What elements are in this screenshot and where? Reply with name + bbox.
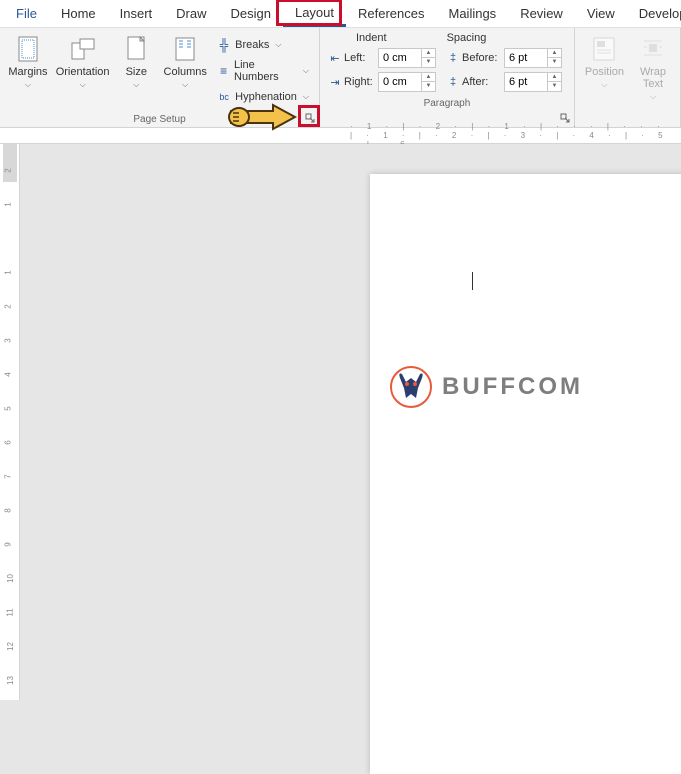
tab-layout[interactable]: Layout — [283, 1, 346, 27]
position-icon — [589, 34, 619, 64]
text-cursor — [472, 272, 473, 290]
tab-home[interactable]: Home — [49, 2, 108, 25]
chevron-down-icon: ⌵ — [303, 92, 309, 102]
columns-icon — [170, 34, 200, 64]
page-setup-dialog-launcher[interactable] — [304, 112, 316, 124]
spin-up[interactable]: ▲ — [422, 49, 435, 58]
tab-file[interactable]: File — [4, 2, 49, 25]
spacing-after-icon: ‡ — [446, 75, 460, 89]
tab-view[interactable]: View — [575, 2, 627, 25]
horizontal-ruler[interactable]: · 1 · | · 2 · | · 1 · | · · · | · · · | … — [0, 128, 681, 144]
watermark-text: BUFFCOM — [442, 373, 583, 401]
document-page[interactable]: BUFFCOM — [370, 174, 681, 774]
indent-right-spinbox[interactable]: ▲▼ — [378, 72, 436, 92]
document-area: BUFFCOM — [20, 144, 681, 700]
chevron-down-icon: ⌵ — [182, 80, 188, 90]
size-icon — [121, 34, 151, 64]
indent-header: Indent — [356, 32, 387, 44]
spin-down[interactable]: ▼ — [548, 58, 561, 67]
group-arrange: Position ⌵ Wrap Text ⌵ — [575, 28, 681, 127]
tab-insert[interactable]: Insert — [108, 2, 165, 25]
spacing-before-icon: ‡ — [446, 51, 460, 65]
tab-developer[interactable]: Developer — [627, 2, 681, 25]
wrap-text-label: Wrap Text — [640, 66, 666, 90]
columns-button[interactable]: Columns ⌵ — [161, 32, 209, 92]
tab-design[interactable]: Design — [219, 2, 283, 25]
spacing-header: Spacing — [447, 32, 487, 44]
breaks-button[interactable]: ╬ Breaks ⌵ — [213, 36, 313, 54]
margins-button[interactable]: Margins ⌵ — [6, 32, 50, 92]
orientation-button[interactable]: Orientation ⌵ — [54, 32, 111, 92]
line-numbers-icon: ≡ — [217, 64, 230, 78]
line-numbers-button[interactable]: ≡ Line Numbers ⌵ — [213, 57, 313, 85]
chevron-down-icon: ⌵ — [601, 80, 607, 90]
orientation-icon — [68, 34, 98, 64]
indent-left-icon: ⇤ — [328, 51, 342, 65]
line-numbers-label: Line Numbers — [234, 59, 297, 83]
tab-draw[interactable]: Draw — [164, 2, 218, 25]
vertical-ruler[interactable]: 2 1 1 2 3 4 5 6 7 8 9 10 11 12 13 — [0, 144, 20, 700]
chevron-down-icon: ⌵ — [25, 80, 31, 90]
indent-left-input[interactable] — [379, 51, 421, 65]
hyphenation-icon: bc — [217, 90, 231, 104]
page-setup-group-label: Page Setup — [0, 112, 319, 127]
tab-review[interactable]: Review — [508, 2, 575, 25]
columns-label: Columns — [164, 66, 207, 78]
margins-icon — [13, 34, 43, 64]
wrap-text-button: Wrap Text ⌵ — [632, 32, 674, 104]
group-paragraph: Indent Spacing ⇤ Left: ▲▼ ‡ Before: — [320, 28, 575, 127]
orientation-label: Orientation — [56, 66, 110, 78]
spin-up[interactable]: ▲ — [548, 49, 561, 58]
spin-up[interactable]: ▲ — [422, 73, 435, 82]
position-button: Position ⌵ — [581, 32, 628, 92]
size-button[interactable]: Size ⌵ — [115, 32, 157, 92]
ribbon-tabs: File Home Insert Draw Design Layout Refe… — [0, 0, 681, 28]
paragraph-group-label: Paragraph — [320, 96, 574, 111]
breaks-label: Breaks — [235, 39, 269, 51]
spin-down[interactable]: ▼ — [422, 82, 435, 91]
chevron-down-icon: ⌵ — [275, 40, 281, 50]
spacing-after-input[interactable] — [505, 75, 547, 89]
hyphenation-label: Hyphenation — [235, 91, 297, 103]
chevron-down-icon: ⌵ — [133, 80, 139, 90]
chevron-down-icon: ⌵ — [303, 66, 309, 76]
before-label: Before: — [462, 52, 502, 64]
spacing-before-input[interactable] — [505, 51, 547, 65]
group-page-setup: Margins ⌵ Orientation ⌵ Size ⌵ — [0, 28, 320, 127]
watermark: BUFFCOM — [388, 364, 583, 410]
wrap-text-icon — [638, 34, 668, 64]
size-label: Size — [126, 66, 147, 78]
watermark-logo-icon — [388, 364, 434, 410]
after-label: After: — [462, 76, 502, 88]
indent-right-input[interactable] — [379, 75, 421, 89]
tab-references[interactable]: References — [346, 2, 436, 25]
spin-up[interactable]: ▲ — [548, 73, 561, 82]
spacing-after-spinbox[interactable]: ▲▼ — [504, 72, 562, 92]
ruler-ticks: · 1 · | · 2 · | · 1 · | · · · | · · · | … — [350, 128, 681, 143]
left-label: Left: — [344, 52, 376, 64]
chevron-down-icon: ⌵ — [650, 92, 656, 102]
breaks-icon: ╬ — [217, 38, 231, 52]
spin-down[interactable]: ▼ — [548, 82, 561, 91]
position-label: Position — [585, 66, 624, 78]
chevron-down-icon: ⌵ — [80, 80, 86, 90]
margins-label: Margins — [8, 66, 47, 78]
tab-mailings[interactable]: Mailings — [437, 2, 509, 25]
spin-down[interactable]: ▼ — [422, 58, 435, 67]
ribbon: Margins ⌵ Orientation ⌵ Size ⌵ — [0, 28, 681, 128]
spacing-before-spinbox[interactable]: ▲▼ — [504, 48, 562, 68]
right-label: Right: — [344, 76, 376, 88]
indent-right-icon: ⇥ — [328, 75, 342, 89]
hyphenation-button[interactable]: bc Hyphenation ⌵ — [213, 88, 313, 106]
indent-left-spinbox[interactable]: ▲▼ — [378, 48, 436, 68]
